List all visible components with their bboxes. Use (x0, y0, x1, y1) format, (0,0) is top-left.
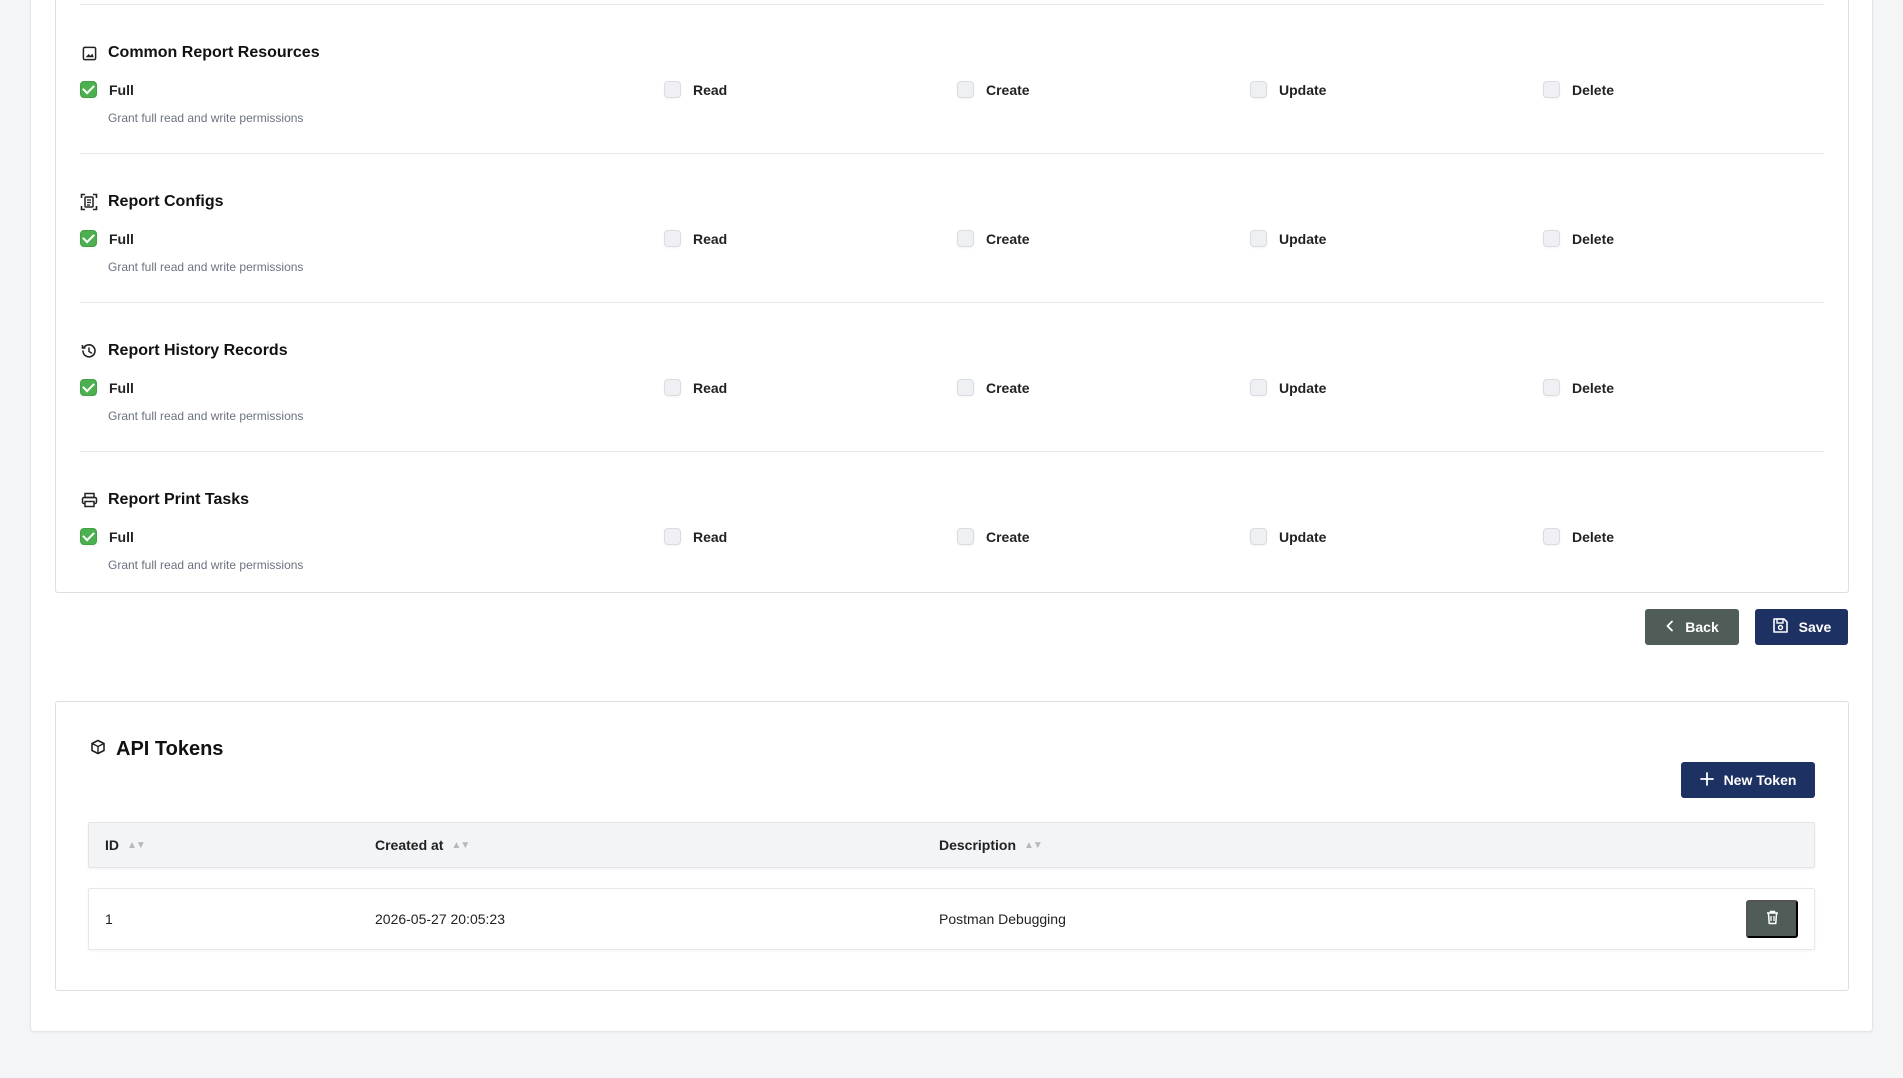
full-checkbox[interactable]: Full (80, 528, 134, 545)
column-header-id[interactable]: ID ▲▼ (105, 823, 146, 867)
delete-checkbox[interactable]: Delete (1543, 230, 1614, 247)
checkbox[interactable] (957, 230, 974, 247)
checkbox[interactable] (664, 81, 681, 98)
cell-created-at: 2026-05-27 20:05:23 (375, 911, 505, 927)
sort-icon[interactable]: ▲▼ (1024, 840, 1043, 851)
new-token-button[interactable]: New Token (1681, 762, 1815, 798)
full-description: Grant full read and write permissions (108, 260, 304, 274)
section-title: Report Print Tasks (108, 491, 250, 508)
delete-checkbox[interactable]: Delete (1543, 528, 1614, 545)
tokens-table-header: ID ▲▼ Created at ▲▼ Description ▲▼ (88, 822, 1815, 868)
checkbox-checked[interactable] (80, 81, 97, 98)
cell-description: Postman Debugging (939, 911, 1066, 927)
read-checkbox[interactable]: Read (664, 379, 727, 396)
printer-icon (80, 491, 98, 509)
permission-section-report-history-records: Report History Records Full Read Create … (80, 302, 1824, 451)
history-icon (80, 342, 98, 360)
cube-icon (90, 738, 106, 761)
full-description: Grant full read and write permissions (108, 111, 304, 125)
image-icon (80, 44, 98, 62)
checkbox-checked[interactable] (80, 528, 97, 545)
full-checkbox[interactable]: Full (80, 379, 134, 396)
cell-id: 1 (105, 911, 113, 927)
update-checkbox[interactable]: Update (1250, 81, 1326, 98)
floppy-disk-icon (1772, 617, 1789, 637)
update-checkbox[interactable]: Update (1250, 379, 1326, 396)
api-tokens-title: API Tokens (116, 737, 224, 760)
document-scan-icon (80, 193, 98, 211)
section-title: Common Report Resources (108, 44, 320, 61)
read-checkbox[interactable]: Read (664, 81, 727, 98)
delete-checkbox[interactable]: Delete (1543, 81, 1614, 98)
create-checkbox[interactable]: Create (957, 81, 1030, 98)
checkbox[interactable] (1250, 379, 1267, 396)
full-checkbox[interactable]: Full (80, 230, 134, 247)
checkbox[interactable] (1543, 528, 1560, 545)
checkbox[interactable] (957, 528, 974, 545)
checkbox[interactable] (664, 379, 681, 396)
permission-section-report-configs: Report Configs Full Read Create Update D… (80, 153, 1824, 302)
save-button[interactable]: Save (1755, 609, 1848, 645)
checkbox[interactable] (664, 230, 681, 247)
checkbox[interactable] (1543, 379, 1560, 396)
plus-icon (1699, 771, 1714, 789)
sort-icon[interactable]: ▲▼ (127, 840, 146, 851)
chevron-left-icon (1665, 619, 1675, 635)
checkbox[interactable] (957, 379, 974, 396)
read-checkbox[interactable]: Read (664, 528, 727, 545)
checkbox[interactable] (664, 528, 681, 545)
checkbox[interactable] (1250, 81, 1267, 98)
update-checkbox[interactable]: Update (1250, 230, 1326, 247)
checkbox[interactable] (957, 81, 974, 98)
checkbox-checked[interactable] (80, 379, 97, 396)
back-button[interactable]: Back (1645, 609, 1739, 645)
full-description: Grant full read and write permissions (108, 558, 304, 572)
update-checkbox[interactable]: Update (1250, 528, 1326, 545)
sort-icon[interactable]: ▲▼ (451, 840, 470, 851)
permission-section-common-report-resources: Common Report Resources Full Read Create… (80, 4, 1824, 153)
trash-icon (1766, 910, 1779, 928)
section-title: Report Configs (108, 193, 224, 210)
permission-section-report-print-tasks: Report Print Tasks Full Read Create Upda… (80, 451, 1824, 600)
delete-token-button[interactable] (1746, 900, 1798, 938)
full-checkbox[interactable]: Full (80, 81, 134, 98)
create-checkbox[interactable]: Create (957, 379, 1030, 396)
checkbox[interactable] (1543, 230, 1560, 247)
checkbox-checked[interactable] (80, 230, 97, 247)
checkbox[interactable] (1250, 230, 1267, 247)
delete-checkbox[interactable]: Delete (1543, 379, 1614, 396)
column-header-created-at[interactable]: Created at ▲▼ (375, 823, 470, 867)
section-title: Report History Records (108, 342, 288, 359)
checkbox[interactable] (1543, 81, 1560, 98)
table-row: 1 2026-05-27 20:05:23 Postman Debugging (88, 888, 1815, 950)
create-checkbox[interactable]: Create (957, 528, 1030, 545)
create-checkbox[interactable]: Create (957, 230, 1030, 247)
checkbox[interactable] (1250, 528, 1267, 545)
column-header-description[interactable]: Description ▲▼ (939, 823, 1043, 867)
read-checkbox[interactable]: Read (664, 230, 727, 247)
full-description: Grant full read and write permissions (108, 409, 304, 423)
